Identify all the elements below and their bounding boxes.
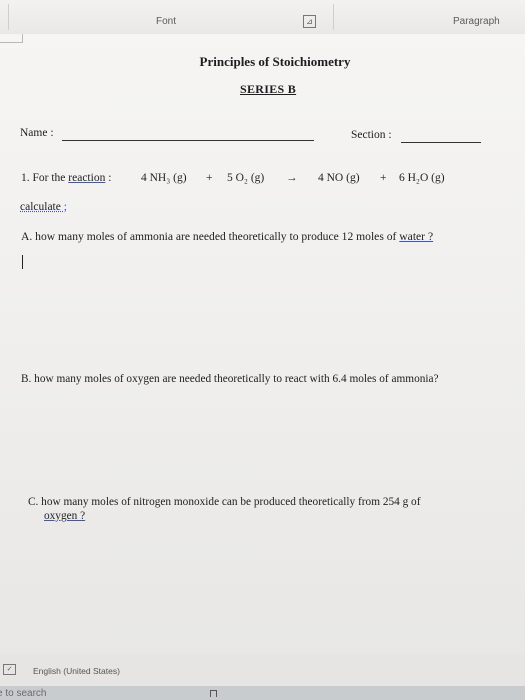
ribbon-separator [8, 4, 9, 30]
ribbon-group-paragraph: Paragraph [453, 16, 500, 27]
question-1-prefix: 1. For the [21, 172, 69, 184]
name-label: Name : [20, 127, 54, 139]
section-blank-line [401, 142, 481, 143]
taskbar: e to search [0, 686, 525, 700]
proofing-language-icon[interactable]: ✓ [3, 664, 16, 675]
reaction-word: reaction [68, 172, 106, 184]
page-title: Principles of Stoichiometry [199, 54, 351, 69]
page-subtitle: SERIES B [240, 82, 297, 96]
taskbar-search-input[interactable]: e to search [0, 688, 46, 699]
margin-corner-mark [0, 42, 22, 43]
question-a: A. how many moles of ammonia are needed … [21, 230, 433, 243]
equation-product-no: 4 NO (g) [318, 172, 360, 184]
question-c-continued: oxygen ? [44, 510, 86, 522]
question-a-water: water ? [399, 230, 434, 243]
font-dialog-launcher-icon[interactable]: ⊿ [303, 15, 316, 28]
question-1: 1. For the reaction : 4 NH₃ (g) + 5 O₂ (… [21, 172, 445, 184]
question-b: B. how many moles of oxygen are needed t… [21, 373, 439, 385]
name-blank-line [62, 140, 314, 141]
language-status[interactable]: English (United States) [33, 666, 120, 676]
section-label: Section : [351, 129, 392, 141]
calculate-word: calculate [20, 201, 61, 213]
question-c: C. how many moles of nitrogen monoxide c… [28, 496, 421, 508]
margin-corner-mark [22, 34, 23, 43]
text-cursor [22, 255, 23, 269]
ribbon-separator [333, 4, 334, 30]
ribbon: Font ⊿ Paragraph [0, 0, 525, 35]
equation-arrow: → [286, 172, 298, 184]
equation-reactant-ammonia: 4 NH₃ (g) [141, 172, 187, 184]
reaction-colon: : [105, 172, 112, 184]
equation-reactant-oxygen: 5 O₂ (g) [227, 172, 265, 184]
ribbon-group-font: Font [156, 16, 177, 27]
document-page[interactable] [0, 34, 525, 654]
calculate-mark: ; [60, 201, 67, 213]
equation-plus: + [380, 172, 387, 184]
taskbar-app-icon[interactable] [210, 690, 217, 697]
equation-product-water: 6 H₂O (g) [399, 172, 445, 184]
calculate-label: calculate ; [20, 201, 67, 213]
equation-plus: + [206, 172, 213, 184]
question-a-text: A. how many moles of ammonia are needed … [21, 230, 400, 243]
